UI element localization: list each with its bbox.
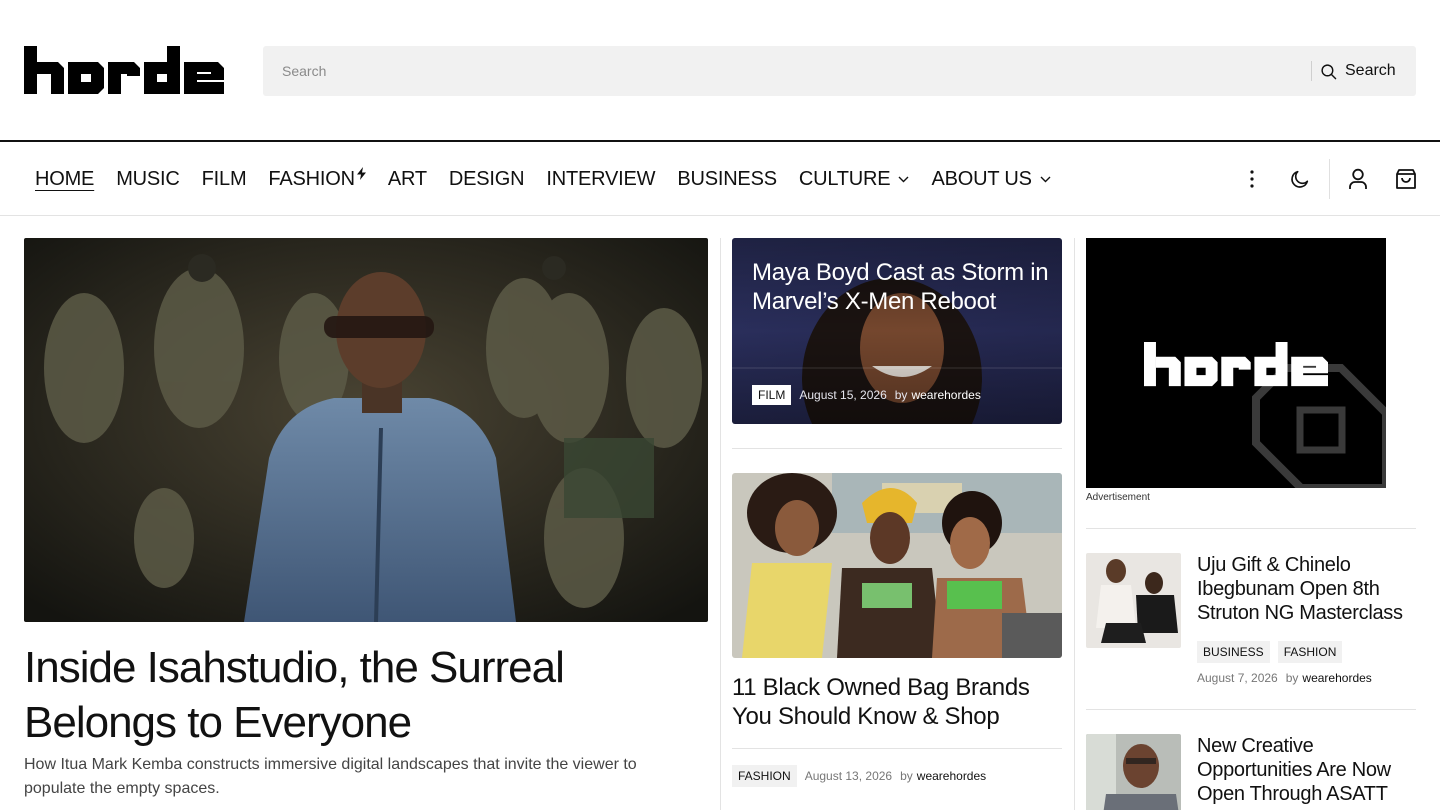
- nav-item-label: DESIGN: [448, 167, 525, 190]
- ad-artwork: [1086, 238, 1386, 488]
- nav-item-business[interactable]: BUSINESS: [677, 168, 777, 191]
- nav-item-label: CULTURE: [798, 167, 891, 190]
- nav-item-about-us[interactable]: ABOUT US: [931, 167, 1051, 191]
- chevron-down-icon: [898, 176, 909, 182]
- author-link[interactable]: wearehordes: [1302, 671, 1371, 685]
- column-divider: [720, 238, 721, 810]
- cart-button[interactable]: [1394, 167, 1418, 191]
- featured-article-image[interactable]: [24, 238, 708, 622]
- article-card-image[interactable]: [732, 473, 1062, 658]
- nav-item-fashion[interactable]: FASHION: [268, 166, 366, 191]
- sidebar-article-tags: BUSINESS FASHION: [1197, 641, 1350, 663]
- main-navigation: HOME MUSIC FILM FASHION ART DESIGN INTER…: [0, 143, 1440, 216]
- horde-logo-icon: [24, 46, 224, 94]
- search-bar: Search: [263, 46, 1416, 96]
- article-card-film[interactable]: Maya Boyd Cast as Storm in Marvel’s X-Me…: [732, 238, 1062, 424]
- site-header: Search: [0, 0, 1440, 142]
- chevron-down-icon: [1040, 176, 1051, 182]
- byline-prefix: by: [900, 769, 913, 783]
- category-tag-fashion[interactable]: FASHION: [732, 765, 797, 787]
- article-card-title[interactable]: 11 Black Owned Bag Brands You Should Kno…: [732, 673, 1062, 731]
- account-button[interactable]: [1346, 167, 1370, 191]
- site-logo[interactable]: [24, 46, 224, 96]
- nav-item-label: INTERVIEW: [546, 167, 656, 190]
- byline-prefix: by: [894, 388, 908, 402]
- featured-article-excerpt: How Itua Mark Kemba constructs immersive…: [24, 756, 637, 797]
- dark-mode-moon-icon: [1291, 170, 1309, 188]
- search-divider: [1311, 61, 1312, 81]
- search-button[interactable]: Search: [1320, 46, 1410, 96]
- nav-item-film[interactable]: FILM: [202, 168, 247, 191]
- category-tag-business[interactable]: BUSINESS: [1197, 641, 1270, 663]
- search-icon: [1321, 63, 1337, 79]
- article-card-title[interactable]: Maya Boyd Cast as Storm in Marvel’s X-Me…: [752, 258, 1052, 316]
- author-link[interactable]: wearehordes: [911, 388, 980, 402]
- article-date: August 15, 2026: [799, 388, 887, 402]
- search-input[interactable]: [263, 46, 1303, 96]
- nav-item-design[interactable]: DESIGN: [448, 167, 525, 191]
- sidebar-divider: [1086, 709, 1416, 710]
- category-tag-fashion[interactable]: FASHION: [1277, 641, 1343, 663]
- sidebar-article-photo: [1086, 553, 1181, 648]
- column-divider: [1074, 238, 1075, 810]
- sidebar-article-thumbnail[interactable]: [1086, 734, 1181, 810]
- article-date: August 13, 2026: [804, 769, 893, 783]
- account-user-icon: [1349, 168, 1367, 189]
- article-card-meta: FASHION August 13, 2026 by wearehordes: [732, 765, 986, 787]
- featured-photo: [24, 238, 708, 622]
- dark-mode-toggle[interactable]: [1288, 167, 1312, 191]
- featured-article-title[interactable]: Inside Isahstudio, the Surreal Belongs t…: [24, 640, 708, 750]
- nav-item-label: FILM: [201, 167, 247, 190]
- advertisement-banner[interactable]: [1086, 238, 1386, 488]
- article-date: August 7, 2026: [1197, 671, 1278, 685]
- sidebar-article-meta: August 7, 2026 by wearehordes: [1197, 671, 1372, 685]
- nav-item-label: HOME: [35, 167, 95, 190]
- article-card-photo: [732, 473, 1062, 658]
- nav-item-label: BUSINESS: [677, 167, 777, 190]
- search-button-label: Search: [1345, 62, 1396, 79]
- article-card-meta: FILM August 15, 2026 by wearehordes: [752, 385, 981, 405]
- nav-item-label: FASHION: [268, 167, 355, 190]
- more-options-button[interactable]: [1240, 167, 1264, 191]
- cart-bag-icon: [1396, 169, 1416, 189]
- sidebar-article-title[interactable]: New Creative Opportunities Are Now Open …: [1197, 734, 1417, 806]
- sidebar-article-photo: [1086, 734, 1181, 810]
- sidebar-divider: [1086, 528, 1416, 529]
- card-divider: [732, 748, 1062, 749]
- sidebar-article: Uju Gift & Chinelo Ibegbunam Open 8th St…: [1086, 553, 1416, 693]
- sidebar-article: New Creative Opportunities Are Now Open …: [1086, 734, 1416, 810]
- advertisement-label: Advertisement: [1086, 492, 1150, 503]
- nav-item-culture[interactable]: CULTURE: [799, 168, 910, 191]
- nav-item-art[interactable]: ART: [388, 168, 427, 191]
- sidebar-article-thumbnail[interactable]: [1086, 553, 1181, 648]
- nav-item-music[interactable]: MUSIC: [116, 167, 180, 191]
- category-tag-film[interactable]: FILM: [752, 385, 792, 405]
- bolt-icon: [356, 166, 366, 180]
- card-divider: [732, 448, 1062, 449]
- author-link[interactable]: wearehordes: [917, 769, 986, 783]
- nav-item-home[interactable]: HOME: [35, 168, 94, 191]
- nav-item-label: ART: [387, 167, 427, 190]
- nav-item-label: ABOUT US: [931, 167, 1032, 190]
- sidebar-article-title[interactable]: Uju Gift & Chinelo Ibegbunam Open 8th St…: [1197, 553, 1417, 625]
- nav-menu: HOME MUSIC FILM FASHION ART DESIGN INTER…: [35, 143, 1073, 215]
- nav-tools-divider: [1329, 159, 1330, 199]
- nav-item-label: MUSIC: [116, 167, 180, 190]
- nav-item-interview[interactable]: INTERVIEW: [546, 168, 655, 191]
- more-vertical-icon: [1250, 170, 1254, 188]
- byline-prefix: by: [1285, 671, 1299, 685]
